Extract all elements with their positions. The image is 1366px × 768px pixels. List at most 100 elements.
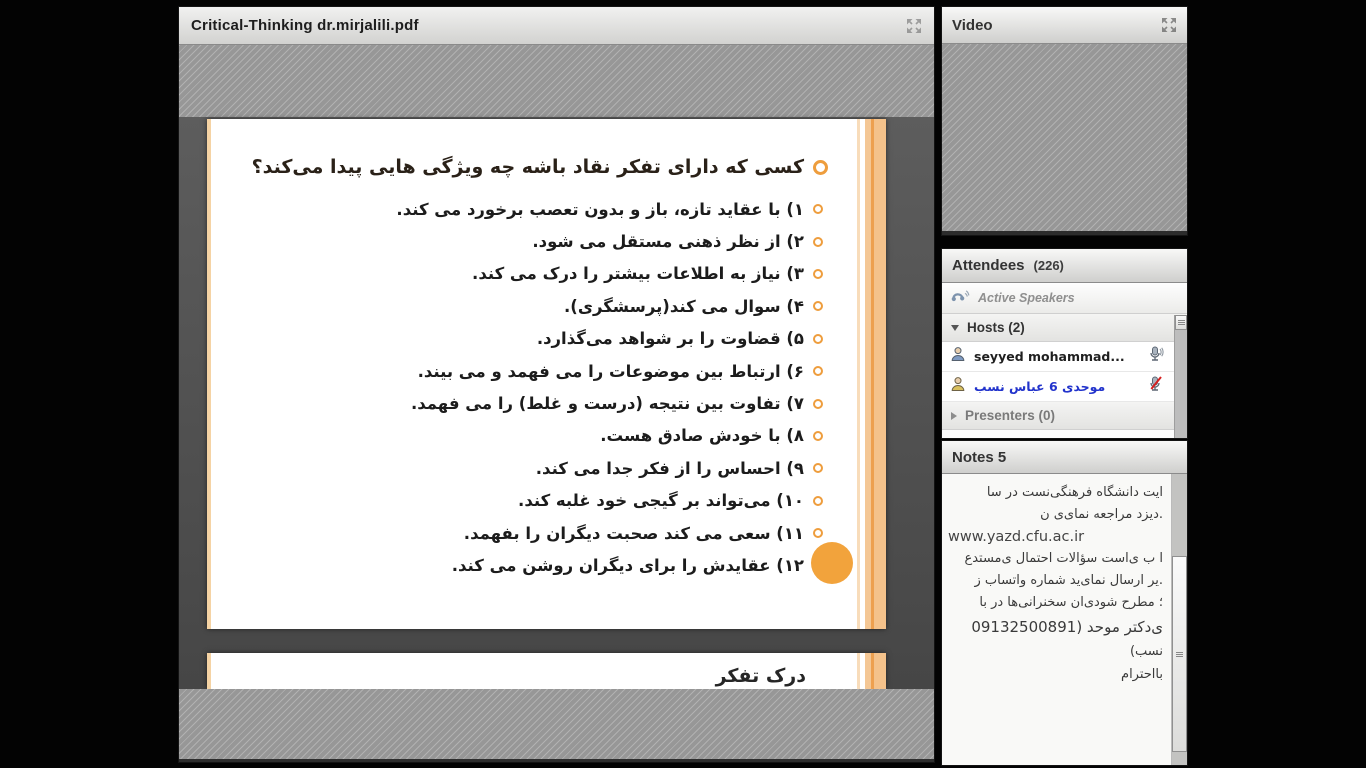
notes-scrollbar-thumb[interactable] xyxy=(1172,556,1187,752)
notes-line: ایت دانشگاه فرهنگی‌نست در سا xyxy=(948,482,1163,504)
notes-pod-title: Notes 5 xyxy=(952,449,1006,466)
bullet-ring-icon xyxy=(813,334,823,344)
next-slide-title: درک تفکر xyxy=(716,665,806,687)
share-pod: Critical-Thinking dr.mirjalili.pdf xyxy=(178,6,935,763)
slide-bullet-item: ۳) نیاز به اطلاعات بیشتر را درک می کند. xyxy=(277,258,828,290)
slide-bullet-item: ۶) ارتباط بین موضوعات را می فهمد و می بی… xyxy=(277,355,828,387)
attendees-scrollbar-thumb[interactable] xyxy=(1175,315,1187,330)
slide-item-text: ۹) احساس را از فکر جدا می کند. xyxy=(536,459,804,478)
share-pod-title: Critical-Thinking dr.mirjalili.pdf xyxy=(191,17,419,34)
attendees-scrollbar[interactable] xyxy=(1174,315,1187,438)
fullscreen-icon[interactable] xyxy=(906,18,922,34)
video-pod-bottom-strip xyxy=(942,231,1187,235)
slide-item-text: ۸) با خودش صادق هست. xyxy=(600,426,804,445)
slide-title-row: کسی که دارای تفکر نقاد باشه چه ویژگی های… xyxy=(277,149,828,185)
slide-item-text: ۱۲) عقایدش را برای دیگران روشن می کند. xyxy=(452,556,804,575)
bullet-ring-icon xyxy=(813,301,823,311)
attendee-row[interactable]: موحدی 6 عباس نسب xyxy=(942,372,1187,402)
video-pod-title: Video xyxy=(952,17,993,34)
mic-active-icon[interactable] xyxy=(1148,346,1164,367)
notes-text-area[interactable]: ایت دانشگاه فرهنگی‌نست در سا .دیزد مراجع… xyxy=(942,474,1172,765)
attendees-pod-title: Attendees xyxy=(952,257,1025,274)
slide-bullet-item: ۹) احساس را از فکر جدا می کند. xyxy=(277,452,828,484)
attendee-name: seyyed mohammad... xyxy=(974,349,1125,364)
pdf-viewport[interactable]: کسی که دارای تفکر نقاد باشه چه ویژگی های… xyxy=(179,117,934,689)
slide-next-partial: درک تفکر xyxy=(207,653,886,689)
slide-item-text: ۱۱) سعی می کند صحبت دیگران را بفهمد. xyxy=(464,524,804,543)
notes-line: بااحترام xyxy=(948,664,1163,686)
attendee-name: موحدی 6 عباس نسب xyxy=(974,379,1105,394)
scroll-grip-icon xyxy=(1178,320,1185,325)
share-pod-empty-band-top xyxy=(179,45,934,117)
slide-bullet-item: ۸) با خودش صادق هست. xyxy=(277,420,828,452)
notes-line-phone: ی‌دکتر موحد (09132500891 xyxy=(948,614,1163,640)
attendee-row[interactable]: seyyed mohammad... xyxy=(942,342,1187,372)
active-speakers-label: Active Speakers xyxy=(978,291,1075,305)
slide-bullet-item: ۱) با عقاید تازه، باز و بدون تعصب برخورد… xyxy=(277,193,828,225)
hosts-group-row[interactable]: Hosts (2) xyxy=(942,314,1187,342)
bullet-ring-icon xyxy=(813,431,823,441)
slide-bullet-item: ۴) سوال می کند(پرسشگری). xyxy=(277,290,828,322)
slide-right-accent xyxy=(855,653,886,689)
slide-item-text: ۱۰) می‌تواند بر گیجی خود غلبه کند. xyxy=(518,491,804,510)
bullet-ring-icon xyxy=(813,496,823,506)
bullet-ring-icon xyxy=(813,237,823,247)
chevron-down-icon[interactable] xyxy=(951,325,959,331)
notes-line: ؛ مطرح شودی‌ان سخنرانی‌ها در با xyxy=(948,592,1163,614)
slide-bullet-item: ۲) از نظر ذهنی مستقل می شود. xyxy=(277,225,828,257)
video-empty-area xyxy=(942,44,1187,231)
notes-line: ا ب ی‌است سؤالات احتمال ی‌مستدع xyxy=(948,548,1163,570)
notes-scrollbar[interactable] xyxy=(1172,474,1187,765)
slide-left-accent xyxy=(207,653,211,689)
notes-pod: Notes 5 ایت دانشگاه فرهنگی‌نست در سا .دی… xyxy=(941,440,1188,766)
bullet-ring-icon xyxy=(813,366,823,376)
attendee-row-clipped xyxy=(942,430,1187,439)
slide-bullet-item: ۵) قضاوت را بر شواهد می‌گذارد. xyxy=(277,323,828,355)
bullet-ring-icon xyxy=(813,269,823,279)
active-speakers-row[interactable]: Active Speakers xyxy=(942,283,1187,314)
fullscreen-icon[interactable] xyxy=(1161,17,1177,33)
bullet-ring-icon xyxy=(813,204,823,214)
notes-pod-header[interactable]: Notes 5 xyxy=(942,441,1187,474)
presenter-pointer-dot xyxy=(811,542,853,584)
slide-item-text: ۳) نیاز به اطلاعات بیشتر را درک می کند. xyxy=(472,264,804,283)
slide-item-text: ۷) تفاوت بین نتیجه (درست و غلط) را می فه… xyxy=(411,394,804,413)
slide-title: کسی که دارای تفکر نقاد باشه چه ویژگی های… xyxy=(252,156,804,178)
attendees-pod-header[interactable]: Attendees (226) xyxy=(942,249,1187,283)
slide-item-text: ۴) سوال می کند(پرسشگری). xyxy=(564,297,804,316)
slide-item-text: ۱) با عقاید تازه، باز و بدون تعصب برخورد… xyxy=(396,200,804,219)
scroll-grip-icon xyxy=(1176,652,1183,657)
slide-bullet-item: ۷) تفاوت بین نتیجه (درست و غلط) را می فه… xyxy=(277,387,828,419)
slide-bullet-item: ۱۱) سعی می کند صحبت دیگران را بفهمد. xyxy=(277,517,828,549)
share-pod-titlebar[interactable]: Critical-Thinking dr.mirjalili.pdf xyxy=(179,7,934,45)
notes-line: .دیزد مراجعه نمای‌ی ن xyxy=(948,504,1163,526)
slide-item-text: ۲) از نظر ذهنی مستقل می شود. xyxy=(532,232,804,251)
notes-line-url: www.yazd.cfu.ac.ir xyxy=(948,526,1163,548)
presenters-group-row[interactable]: Presenters (0) xyxy=(942,402,1187,430)
attendees-count: (226) xyxy=(1034,258,1064,273)
slide-content: کسی که دارای تفکر نقاد باشه چه ویژگی های… xyxy=(207,119,886,629)
share-pod-bottom-strip xyxy=(179,759,934,762)
notes-line: نسب) xyxy=(948,640,1163,664)
slide-item-text: ۵) قضاوت را بر شواهد می‌گذارد. xyxy=(537,329,804,348)
avatar-icon xyxy=(950,376,966,397)
attendees-pod: Attendees (226) Active Speakers Hosts (2… xyxy=(941,248,1188,439)
slide-bullet-item: ۱۲) عقایدش را برای دیگران روشن می کند. xyxy=(277,549,828,581)
slide-item-text: ۶) ارتباط بین موضوعات را می فهمد و می بی… xyxy=(418,362,804,381)
slide-bullet-item: ۱۰) می‌تواند بر گیجی خود غلبه کند. xyxy=(277,485,828,517)
bullet-ring-icon xyxy=(813,160,828,175)
video-pod: Video xyxy=(941,6,1188,236)
bullet-ring-icon xyxy=(813,463,823,473)
connect-meeting-window: Critical-Thinking dr.mirjalili.pdf xyxy=(0,0,1366,768)
chevron-right-icon[interactable] xyxy=(951,412,957,420)
avatar-icon xyxy=(950,346,966,367)
bullet-ring-icon xyxy=(813,399,823,409)
bullet-ring-icon xyxy=(813,528,823,538)
notes-line: .یر ارسال نمای‌ید شماره واتساب ز xyxy=(948,570,1163,592)
phone-speaker-icon xyxy=(951,289,970,308)
hosts-group-label: Hosts (2) xyxy=(967,320,1025,335)
presenters-group-label: Presenters (0) xyxy=(965,408,1055,423)
video-pod-header[interactable]: Video xyxy=(942,7,1187,44)
mic-muted-icon[interactable] xyxy=(1148,376,1164,397)
share-pod-empty-band-bottom xyxy=(179,689,934,759)
